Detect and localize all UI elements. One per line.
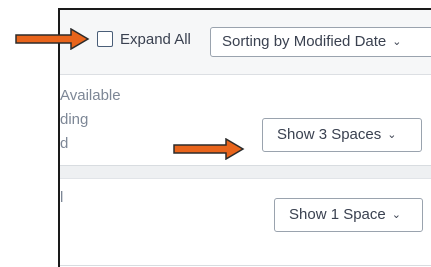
row-separator <box>60 165 431 179</box>
expand-all-label[interactable]: Expand All <box>120 31 191 49</box>
annotation-arrow-icon <box>15 28 90 50</box>
chevron-down-icon: ⌄ <box>391 209 401 221</box>
status-text: ding <box>60 111 89 128</box>
show-spaces-button-label: Show 3 Spaces <box>277 126 382 143</box>
expand-all-checkbox[interactable] <box>97 31 113 47</box>
annotation-arrow-icon <box>173 138 245 160</box>
show-spaces-button-label: Show 1 Space <box>289 206 386 223</box>
row-divider <box>60 265 431 266</box>
sort-dropdown-label: Sorting by Modified Date <box>222 33 387 50</box>
show-spaces-button[interactable]: Show 1 Space ⌄ <box>274 198 423 232</box>
sort-dropdown[interactable]: Sorting by Modified Date ⌄ <box>210 27 431 57</box>
status-text: d <box>60 135 69 152</box>
show-spaces-button[interactable]: Show 3 Spaces ⌄ <box>262 118 422 152</box>
status-text: Available <box>60 87 121 104</box>
chevron-down-icon: ⌄ <box>387 129 397 141</box>
status-text: l <box>60 189 64 206</box>
chevron-down-icon: ⌄ <box>392 36 402 48</box>
frame-border-top <box>58 8 431 10</box>
